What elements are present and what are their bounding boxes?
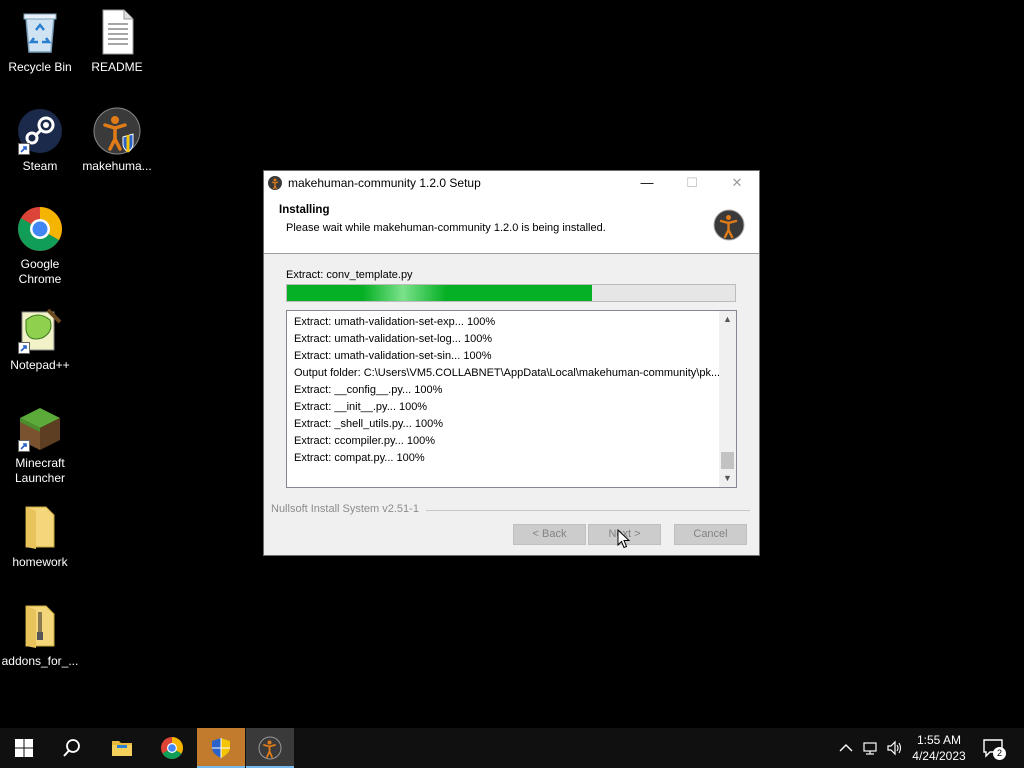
installer-window: makehuman-community 1.2.0 Setup ― ☐ ✕ In… <box>263 170 760 556</box>
progress-fill <box>287 285 592 301</box>
maximize-button[interactable]: ☐ <box>669 171 715 195</box>
chrome-icon <box>16 205 64 253</box>
clock-time: 1:55 AM <box>916 733 962 747</box>
page-subtitle: Please wait while makehuman-community 1.… <box>286 222 606 234</box>
action-center-button[interactable]: 2 <box>982 738 1006 760</box>
notepad-plus-plus-icon <box>16 306 64 354</box>
desktop-icon-label: Google Chrome <box>18 257 62 286</box>
steam-icon <box>16 107 64 155</box>
chevron-up-icon <box>839 744 853 752</box>
taskbar-makehuman[interactable] <box>246 728 294 768</box>
network-icon <box>863 742 877 755</box>
clock-date: 4/24/2023 <box>912 749 966 763</box>
taskbar-setup-uac[interactable] <box>197 728 245 768</box>
desktop-icon-google-chrome[interactable]: Google Chrome <box>0 205 80 287</box>
desktop-icon-makehuman[interactable]: makehuma... <box>77 107 157 174</box>
search-button[interactable] <box>48 728 96 768</box>
shortcut-arrow-icon <box>18 440 30 452</box>
log-line: Extract: ccompiler.py... 100% <box>294 435 436 447</box>
desktop-icon-readme[interactable]: README <box>77 8 157 75</box>
desktop-icon-label: makehuma... <box>82 159 152 173</box>
text-file-icon <box>93 8 141 56</box>
log-lines: Extract: umath-validation-set-exp... 100… <box>294 314 721 467</box>
log-line: Extract: __config__.py... 100% <box>294 384 443 396</box>
desktop-icon-homework[interactable]: homework <box>0 503 80 570</box>
page-title: Installing <box>279 204 330 216</box>
makehuman-icon <box>258 736 282 760</box>
uac-shield-icon <box>212 738 230 758</box>
desktop-icon-label: README <box>91 60 143 74</box>
zip-folder-icon <box>16 602 64 650</box>
current-file-status: Extract: conv_template.py <box>286 269 413 281</box>
log-line: Extract: _shell_utils.py... 100% <box>294 418 443 430</box>
makehuman-logo-icon <box>713 209 745 241</box>
desktop-icon-label: Recycle Bin <box>8 60 72 74</box>
recycle-bin-icon <box>16 8 64 56</box>
branding-divider <box>426 510 750 511</box>
desktop-icon-label: homework <box>12 555 68 569</box>
desktop-icon-steam[interactable]: Steam <box>0 107 80 174</box>
desktop-icon-label: Minecraft Launcher <box>14 456 66 485</box>
nsis-branding: Nullsoft Install System v2.51-1 <box>271 503 419 515</box>
show-hidden-icons-button[interactable] <box>838 728 856 768</box>
cancel-button[interactable]: Cancel <box>674 524 747 545</box>
mouse-cursor-icon <box>617 529 631 549</box>
desktop-icon-recycle-bin[interactable]: Recycle Bin <box>0 8 80 75</box>
speaker-icon <box>887 740 902 756</box>
volume-button[interactable] <box>886 728 906 768</box>
makehuman-icon <box>93 107 141 155</box>
install-log[interactable]: Extract: umath-validation-set-exp... 100… <box>286 310 737 488</box>
minecraft-icon <box>16 404 64 452</box>
shortcut-arrow-icon <box>18 143 30 155</box>
log-line: Extract: umath-validation-set-log... 100… <box>294 333 493 345</box>
log-line: Extract: umath-validation-set-exp... 100… <box>294 316 496 328</box>
system-clock[interactable]: 1:55 AM 4/24/2023 <box>904 732 974 764</box>
file-explorer-icon <box>112 741 132 756</box>
taskbar-file-explorer[interactable] <box>98 728 146 768</box>
folder-icon <box>16 503 64 551</box>
desktop-icon-label: addons_for_... <box>1 654 79 668</box>
notification-count-badge: 2 <box>993 747 1006 760</box>
desktop-icon-addons[interactable]: addons_for_... <box>0 602 80 669</box>
scroll-up-icon[interactable]: ▲ <box>719 311 736 328</box>
minimize-button[interactable]: ― <box>624 171 670 195</box>
desktop-icon-label: Steam <box>22 159 58 173</box>
shortcut-arrow-icon <box>18 342 30 354</box>
log-scrollbar[interactable]: ▲ ▼ <box>719 311 736 487</box>
makehuman-app-icon <box>268 176 282 190</box>
start-button[interactable] <box>0 728 48 768</box>
install-progress-bar <box>286 284 736 302</box>
taskbar: 1:55 AM 4/24/2023 2 <box>0 728 1024 768</box>
scroll-thumb[interactable] <box>721 452 734 469</box>
installer-header: Installing Please wait while makehuman-c… <box>264 195 759 254</box>
search-icon <box>63 739 80 757</box>
back-button[interactable]: < Back <box>513 524 586 545</box>
log-line: Extract: umath-validation-set-sin... 100… <box>294 350 492 362</box>
log-line: Extract: __init__.py... 100% <box>294 401 428 413</box>
windows-logo-icon <box>15 739 33 757</box>
desktop-icon-notepad-plus-plus[interactable]: Notepad++ <box>0 306 80 373</box>
log-line: Extract: compat.py... 100% <box>294 452 425 464</box>
desktop-icon-label: Notepad++ <box>10 358 70 372</box>
log-line: Output folder: C:\Users\VM5.COLLABNET\Ap… <box>294 367 721 379</box>
scroll-down-icon[interactable]: ▼ <box>719 470 736 487</box>
close-button[interactable]: ✕ <box>714 171 760 195</box>
title-bar[interactable]: makehuman-community 1.2.0 Setup ― ☐ ✕ <box>264 171 759 195</box>
desktop-icon-minecraft-launcher[interactable]: Minecraft Launcher <box>0 404 80 486</box>
taskbar-chrome[interactable] <box>148 728 196 768</box>
window-title: makehuman-community 1.2.0 Setup <box>288 176 481 190</box>
chrome-icon <box>161 737 183 759</box>
network-button[interactable] <box>862 728 882 768</box>
